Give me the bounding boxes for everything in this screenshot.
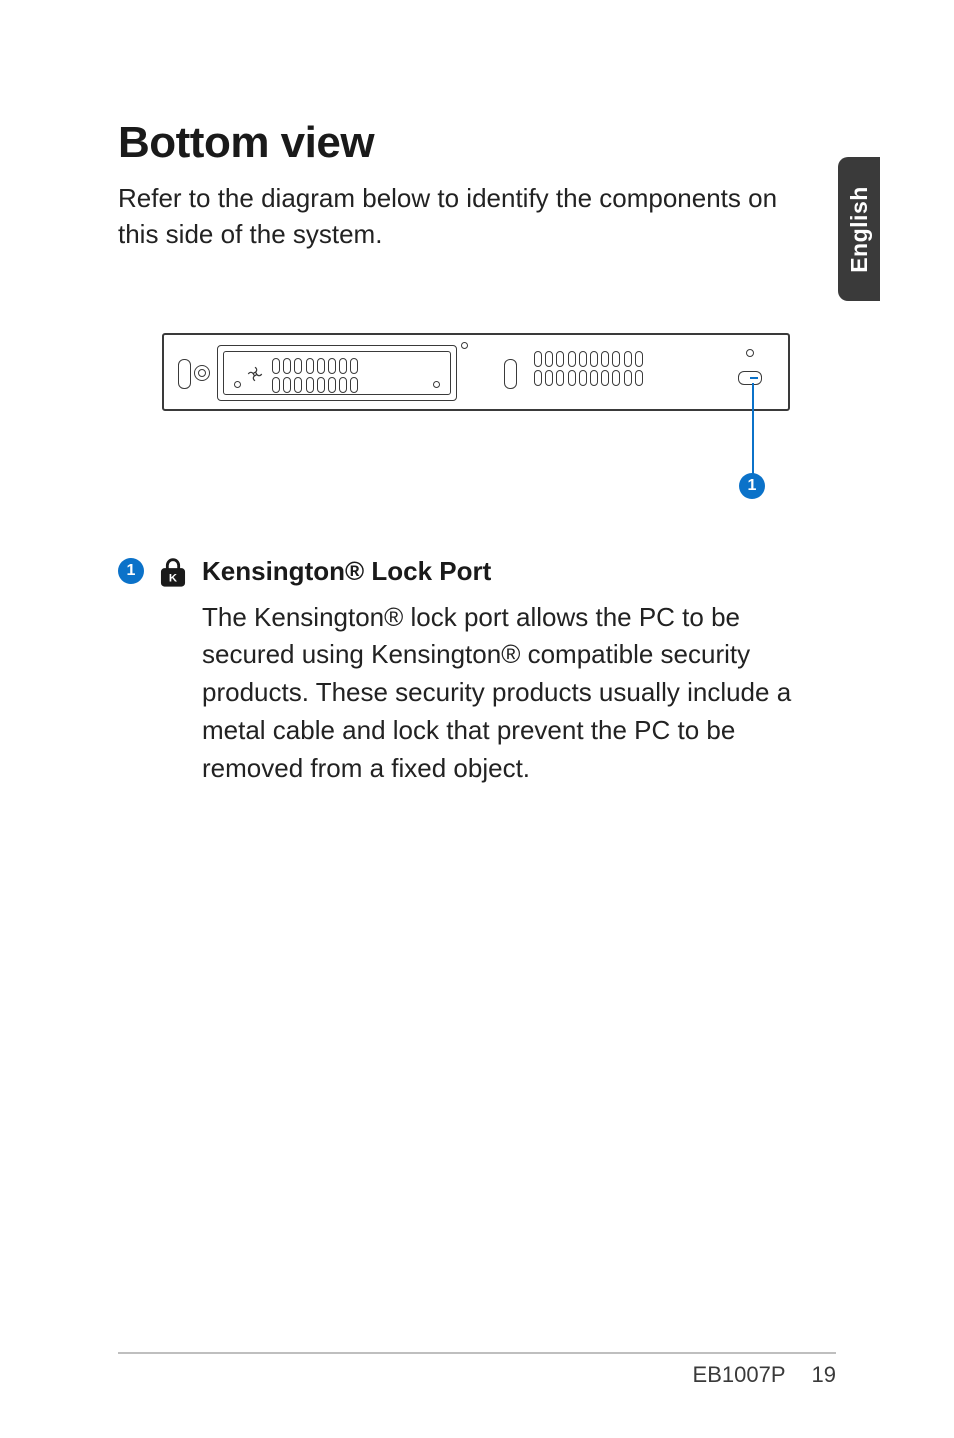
- page-footer: EB1007P 19: [693, 1362, 836, 1388]
- leader-line: [750, 377, 758, 379]
- legend-number-text: 1: [127, 562, 136, 580]
- legend-title: Kensington® Lock Port: [202, 556, 836, 587]
- screw-icon: [746, 349, 754, 357]
- footer-page-number: 19: [812, 1362, 836, 1388]
- language-tab-label: English: [846, 186, 873, 273]
- fan-icon: [246, 365, 264, 383]
- legend-number: 1: [118, 558, 144, 584]
- vent-grid-right: [534, 351, 643, 386]
- callout-number-text: 1: [748, 477, 757, 495]
- page-title: Bottom view: [118, 118, 836, 168]
- svg-text:K: K: [169, 572, 178, 584]
- screw-icon: [433, 381, 440, 388]
- lock-icon: K: [156, 554, 190, 588]
- screw-icon: [234, 381, 241, 388]
- access-panel-inner: [223, 351, 451, 395]
- footer-rule: [118, 1352, 836, 1354]
- device-outline: [162, 333, 790, 411]
- footer-model: EB1007P: [693, 1362, 786, 1388]
- access-panel: [217, 345, 457, 401]
- mid-slot: [504, 359, 517, 389]
- callout-number: 1: [739, 473, 765, 499]
- screw-icon: [461, 342, 468, 349]
- vent-grid-left: [272, 358, 358, 393]
- bottom-view-diagram: 1: [162, 333, 790, 411]
- legend-item: 1 K Kensington® Lock Port The Kensington…: [118, 556, 836, 787]
- leader-line: [752, 383, 754, 475]
- left-screw-ring: [194, 365, 210, 381]
- left-slot: [178, 359, 191, 389]
- legend-description: The Kensington® lock port allows the PC …: [202, 599, 836, 787]
- language-tab: English: [838, 157, 880, 301]
- intro-text: Refer to the diagram below to identify t…: [118, 180, 778, 253]
